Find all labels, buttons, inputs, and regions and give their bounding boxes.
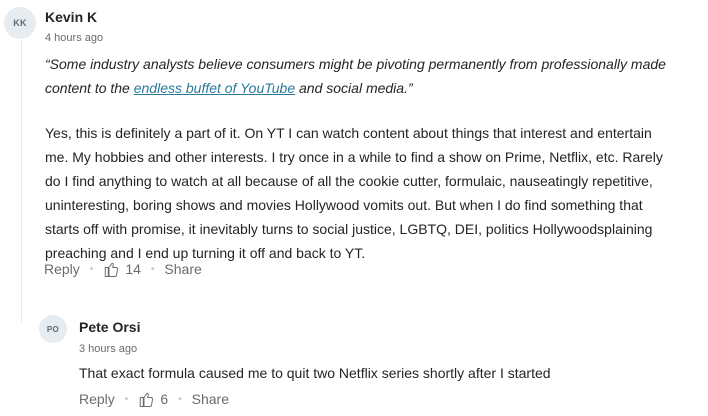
quote-text-after: and social media.”	[295, 80, 413, 96]
comment-body-line: Yes, this is definitely a part of it. On…	[45, 125, 652, 141]
avatar[interactable]: KK	[4, 7, 36, 39]
clap-button[interactable]: 14	[103, 260, 141, 278]
clap-count: 6	[160, 391, 169, 407]
clap-icon	[105, 262, 119, 277]
thread-line	[21, 40, 22, 322]
avatar[interactable]: PO	[39, 315, 67, 343]
comment-body-line: starts off with promise, it inevitably t…	[45, 221, 653, 237]
comment-timestamp: 4 hours ago	[45, 32, 104, 44]
comment-quote: “Some industry analysts believe consumer…	[45, 52, 705, 100]
separator-dot: •	[178, 393, 182, 405]
comment-actions: Reply • 6 • Share	[79, 390, 229, 408]
comment-body: Yes, this is definitely a part of it. On…	[45, 121, 705, 265]
separator-dot: •	[124, 393, 129, 405]
share-button[interactable]: Share	[192, 391, 229, 407]
comment-body: That exact formula caused me to quit two…	[79, 365, 551, 381]
clap-count: 14	[125, 261, 141, 277]
comment-actions: Reply • 14 • Share	[44, 260, 202, 278]
comment-author[interactable]: Kevin K	[45, 9, 97, 25]
clap-button[interactable]: 6	[138, 390, 168, 408]
quote-link[interactable]: endless buffet of YouTube	[134, 80, 295, 96]
comment-timestamp: 3 hours ago	[79, 343, 138, 355]
reply-button[interactable]: Reply	[44, 261, 80, 277]
separator-dot: •	[150, 263, 155, 275]
reply-button[interactable]: Reply	[79, 391, 115, 407]
clap-icon	[140, 392, 154, 407]
comment-body-line: me. My hobbies and other interests. I tr…	[45, 149, 663, 165]
share-button[interactable]: Share	[164, 261, 201, 277]
comment-body-line: uninteresting, boring shows and movies H…	[45, 197, 643, 213]
separator-dot: •	[89, 263, 94, 275]
comment-body-line: do I find anything to watch at all becau…	[45, 173, 653, 189]
comment-author[interactable]: Pete Orsi	[79, 319, 140, 335]
